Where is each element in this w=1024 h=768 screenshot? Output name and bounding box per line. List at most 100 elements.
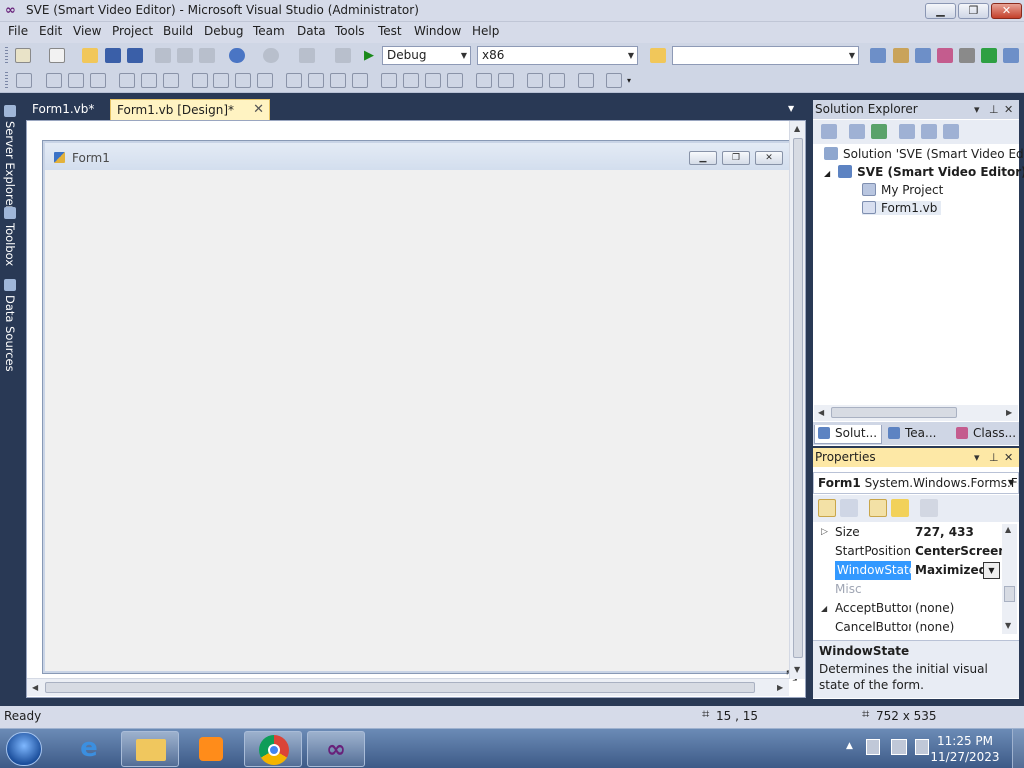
show-hidden-icons-icon[interactable]: ▲ xyxy=(846,741,853,751)
properties-vertical-scrollbar[interactable]: ▲ ▼ xyxy=(1002,524,1017,634)
vertical-spacing-equal-icon[interactable] xyxy=(381,73,397,88)
object-browser-icon[interactable] xyxy=(915,48,931,63)
solution-explorer-horizontal-scrollbar[interactable]: ◀ ▶ xyxy=(814,405,1018,421)
scrollbar-thumb[interactable] xyxy=(1004,586,1015,602)
close-panel-icon[interactable]: ✕ xyxy=(1004,448,1013,467)
properties-window-icon[interactable] xyxy=(893,48,909,63)
scroll-right-icon[interactable]: ▶ xyxy=(1006,408,1012,417)
scroll-right-icon[interactable]: ▶ xyxy=(777,683,783,692)
increase-horizontal-spacing-icon[interactable] xyxy=(308,73,324,88)
tree-item-my-project[interactable]: My Project xyxy=(862,183,943,197)
taskbar-clock[interactable]: 11:25 PM 11/27/2023 xyxy=(930,733,1000,765)
tab-order-icon[interactable] xyxy=(578,73,594,88)
dock-tab-toolbox[interactable]: Toolbox xyxy=(0,205,20,266)
property-row-startposition[interactable]: StartPosition CenterScreen xyxy=(813,542,1003,561)
tab-team-explorer[interactable]: Tea... xyxy=(885,425,939,444)
start-page-icon[interactable] xyxy=(981,48,997,63)
menu-tools[interactable]: Tools xyxy=(334,24,366,38)
show-desktop-button[interactable] xyxy=(1012,729,1024,768)
menu-project[interactable]: Project xyxy=(111,24,154,38)
horizontal-spacing-equal-icon[interactable] xyxy=(286,73,302,88)
scrollbar-thumb[interactable] xyxy=(45,682,755,693)
tab-form1-design[interactable]: Form1.vb [Design]* ✕ xyxy=(110,99,270,120)
tab-class-view[interactable]: Class... xyxy=(953,425,1019,444)
menu-window[interactable]: Window xyxy=(413,24,462,38)
tab-dropdown-icon[interactable]: ▼ xyxy=(788,104,794,113)
close-tab-icon[interactable]: ✕ xyxy=(253,102,264,117)
copy-icon[interactable] xyxy=(177,48,193,63)
menu-help[interactable]: Help xyxy=(471,24,500,38)
expand-arrow-icon[interactable]: ▷ xyxy=(821,523,828,542)
start-button[interactable] xyxy=(6,732,42,766)
media-player-icon[interactable] xyxy=(182,731,240,767)
make-same-size-icon[interactable] xyxy=(257,73,273,88)
undo-icon[interactable] xyxy=(229,48,245,63)
collapse-arrow-icon[interactable]: ◢ xyxy=(821,599,827,618)
property-value[interactable]: CenterScreen xyxy=(915,542,1003,561)
size-to-grid-icon[interactable] xyxy=(213,73,229,88)
redo-icon[interactable] xyxy=(263,48,279,63)
pin-icon[interactable]: ⊥ xyxy=(989,448,999,467)
menu-test[interactable]: Test xyxy=(377,24,403,38)
panel-menu-icon[interactable]: ▾ xyxy=(974,100,980,119)
center-horizontally-icon[interactable] xyxy=(476,73,492,88)
categorized-icon[interactable] xyxy=(818,499,836,517)
find-combo[interactable]: ▼ xyxy=(672,46,859,65)
events-lightning-icon[interactable] xyxy=(891,499,909,517)
network-icon[interactable] xyxy=(891,739,907,755)
internet-explorer-icon[interactable]: e xyxy=(60,731,118,767)
lock-controls-icon[interactable] xyxy=(606,73,622,88)
command-window-icon[interactable] xyxy=(1003,48,1019,63)
start-debugging-icon[interactable]: ▶ xyxy=(361,48,377,63)
navigate-backward-icon[interactable] xyxy=(299,48,315,63)
windows-explorer-icon[interactable] xyxy=(121,731,179,767)
menu-view[interactable]: View xyxy=(72,24,102,38)
dock-tab-server-explorer[interactable]: Server Explorer xyxy=(0,103,20,210)
form-designer[interactable]: Form1 ▁ ❐ ✕ xyxy=(43,141,792,673)
remove-horizontal-spacing-icon[interactable] xyxy=(352,73,368,88)
find-in-files-icon[interactable] xyxy=(650,48,666,63)
align-rights-icon[interactable] xyxy=(90,73,106,88)
save-all-icon[interactable] xyxy=(127,48,143,63)
menu-build[interactable]: Build xyxy=(162,24,194,38)
menu-edit[interactable]: Edit xyxy=(38,24,63,38)
chrome-icon[interactable] xyxy=(244,731,302,767)
align-middles-icon[interactable] xyxy=(141,73,157,88)
value-dropdown-icon[interactable]: ▼ xyxy=(983,562,1000,579)
extension-manager-icon[interactable] xyxy=(959,48,975,63)
align-tops-icon[interactable] xyxy=(119,73,135,88)
scroll-up-icon[interactable]: ▲ xyxy=(1005,525,1011,534)
view-class-diagram-icon[interactable] xyxy=(943,124,959,139)
menu-file[interactable]: File xyxy=(7,24,29,38)
paste-icon[interactable] xyxy=(199,48,215,63)
scroll-up-icon[interactable]: ▲ xyxy=(794,124,800,133)
tree-item-project[interactable]: ◢ SVE (Smart Video Editor) xyxy=(824,165,1024,179)
property-value[interactable]: (none) xyxy=(915,618,1003,637)
align-to-grid-icon[interactable] xyxy=(16,73,32,88)
designer-horizontal-scrollbar[interactable]: ◀ ▶ xyxy=(27,678,789,696)
increase-vertical-spacing-icon[interactable] xyxy=(403,73,419,88)
solution-platform-select[interactable]: x86 ▼ xyxy=(477,46,638,65)
designer-vertical-scrollbar[interactable]: ▲ ▼ xyxy=(789,121,805,679)
property-value[interactable]: 727, 433 xyxy=(915,523,1003,542)
decrease-vertical-spacing-icon[interactable] xyxy=(425,73,441,88)
minimize-button[interactable]: ▁ xyxy=(925,3,956,19)
panel-menu-icon[interactable]: ▾ xyxy=(974,448,980,467)
tab-form1-vb[interactable]: Form1.vb* xyxy=(26,99,106,120)
object-selector[interactable]: Form1 System.Windows.Forms.Fo ▼ xyxy=(813,472,1019,494)
close-button[interactable]: ✕ xyxy=(991,3,1022,19)
scroll-down-icon[interactable]: ▼ xyxy=(794,665,800,674)
property-row-windowstate[interactable]: WindowState Maximized ▼ xyxy=(813,561,1003,580)
restore-button[interactable]: ❐ xyxy=(958,3,989,19)
alphabetical-icon[interactable] xyxy=(840,499,858,517)
property-row-acceptbutton[interactable]: ◢ AcceptButton (none) xyxy=(813,599,1003,618)
navigate-forward-icon[interactable] xyxy=(335,48,351,63)
send-to-back-icon[interactable] xyxy=(549,73,565,88)
decrease-horizontal-spacing-icon[interactable] xyxy=(330,73,346,88)
volume-icon[interactable] xyxy=(915,739,929,755)
property-row-cancelbutton[interactable]: CancelButton (none) xyxy=(813,618,1003,637)
tab-solution-explorer[interactable]: Solut... xyxy=(814,425,882,444)
property-row-size[interactable]: ▷ Size 727, 433 xyxy=(813,523,1003,542)
align-bottoms-icon[interactable] xyxy=(163,73,179,88)
remove-vertical-spacing-icon[interactable] xyxy=(447,73,463,88)
